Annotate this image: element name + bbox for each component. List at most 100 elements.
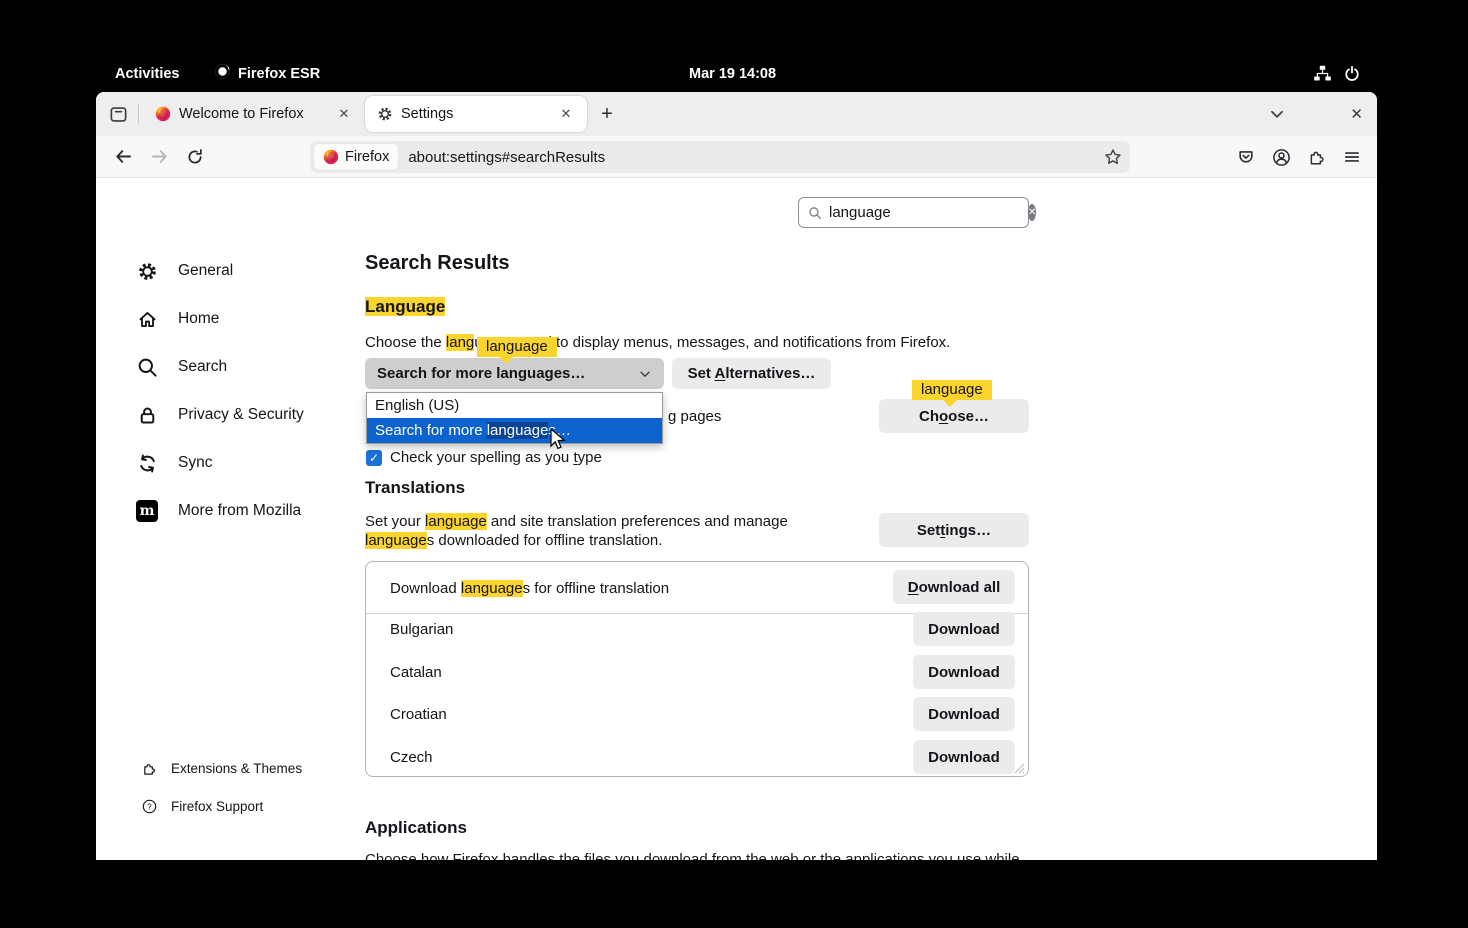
settings-page: ✕ General Home Search Privacy & Securi <box>96 178 1377 860</box>
dropdown-option-search-more-languages[interactable]: Search for more languages… <box>367 418 662 443</box>
download-all-button[interactable]: Download all <box>893 570 1015 604</box>
sidebar-item-home[interactable]: Home <box>136 305 219 333</box>
close-window-icon[interactable]: ✕ <box>1350 105 1363 123</box>
language-section-heading: Language <box>365 297 445 317</box>
sidebar-item-more-from-mozilla[interactable]: m More from Mozilla <box>136 497 301 525</box>
clock[interactable]: Mar 19 14:08 <box>689 55 776 92</box>
sidebar-label: General <box>178 262 233 280</box>
gear-icon <box>377 106 393 122</box>
applications-description: Choose how Firefox handles the files you… <box>365 850 1045 860</box>
power-icon[interactable] <box>1343 55 1361 92</box>
network-tray-icon[interactable] <box>1313 55 1332 92</box>
new-tab-button[interactable]: + <box>593 100 621 128</box>
download-languages-box: Download languages for offline translati… <box>365 561 1029 777</box>
spellcheck-label[interactable]: Check your spelling as you type <box>390 448 602 467</box>
tab-welcome-to-firefox[interactable]: Welcome to Firefox ✕ <box>143 96 365 132</box>
search-match-tooltip: language <box>912 380 992 400</box>
select-value: Search for more languages… <box>377 365 638 382</box>
gnome-top-bar: Activities Firefox ESR Mar 19 14:08 <box>0 55 1468 92</box>
button-label: Set Alternatives… <box>688 365 816 382</box>
sidebar-item-sync[interactable]: Sync <box>136 449 212 477</box>
lock-icon <box>136 404 158 426</box>
button-label: Settings… <box>917 522 991 539</box>
mozilla-logo: m <box>136 500 158 522</box>
dropdown-option-english-us[interactable]: English (US) <box>367 393 662 418</box>
language-select-dropdown[interactable]: Search for more languages… <box>365 358 664 389</box>
tab-bar: Welcome to Firefox ✕ Settings ✕ + ✕ <box>96 92 1377 136</box>
resize-grip[interactable] <box>1013 761 1025 773</box>
search-match-tooltip: language <box>477 337 557 357</box>
language-row-label: Catalan <box>390 664 442 681</box>
button-label: Download all <box>908 579 1001 596</box>
tab-title: Settings <box>401 106 547 122</box>
url-bar[interactable]: Firefox about:settings#searchResults <box>310 141 1130 173</box>
page-title: Search Results <box>365 252 510 275</box>
language-row-label: Bulgarian <box>390 621 453 638</box>
firefox-icon <box>214 63 231 84</box>
home-icon <box>136 308 158 330</box>
set-alternatives-button[interactable]: Set Alternatives… <box>672 358 831 389</box>
option-label: Search for more languages… <box>375 422 571 439</box>
list-all-tabs-chevron-icon[interactable] <box>1268 105 1286 123</box>
account-icon[interactable] <box>1272 148 1291 167</box>
sidebar-item-firefox-support[interactable]: ? Firefox Support <box>142 794 263 818</box>
url-text[interactable]: about:settings#searchResults <box>408 149 1104 166</box>
sync-icon <box>136 452 158 474</box>
language-row-label: Czech <box>390 749 433 766</box>
language-dropdown-popup: English (US) Search for more languages… <box>366 392 663 444</box>
tab-close-icon[interactable]: ✕ <box>555 103 577 125</box>
download-button[interactable]: Download <box>913 697 1015 731</box>
sidebar-label: Privacy & Security <box>178 406 304 424</box>
translations-settings-button[interactable]: Settings… <box>879 513 1029 547</box>
sidebar-label: Home <box>178 310 219 328</box>
sidebar-item-privacy-security[interactable]: Privacy & Security <box>136 401 304 429</box>
download-button[interactable]: Download <box>913 655 1015 689</box>
tab-overview-button[interactable] <box>104 100 132 128</box>
tab-settings[interactable]: Settings ✕ <box>365 96 587 132</box>
firefox-icon <box>323 149 339 165</box>
search-input[interactable] <box>829 204 1028 221</box>
site-identity-chip[interactable]: Firefox <box>314 144 398 170</box>
applications-heading: Applications <box>365 818 467 838</box>
sidebar-item-general[interactable]: General <box>136 257 233 285</box>
site-badge-label: Firefox <box>345 149 389 165</box>
clear-search-icon[interactable]: ✕ <box>1028 204 1036 221</box>
tooltip-arrow <box>499 357 513 364</box>
chevron-down-icon <box>638 367 652 381</box>
download-button[interactable]: Download <box>913 612 1015 646</box>
sidebar-label: Sync <box>178 454 212 472</box>
bookmark-star-icon[interactable] <box>1104 148 1122 166</box>
sidebar-item-search[interactable]: Search <box>136 353 227 381</box>
tooltip-label: language <box>921 381 983 398</box>
spellcheck-checkbox[interactable]: ✓ <box>366 450 382 466</box>
download-button[interactable]: Download <box>913 740 1015 774</box>
svg-text:?: ? <box>147 802 152 811</box>
settings-search-field[interactable]: ✕ <box>798 197 1029 228</box>
button-label: Download <box>928 621 1000 638</box>
mouse-cursor <box>548 428 568 457</box>
sidebar-item-extensions-themes[interactable]: Extensions & Themes <box>142 756 302 780</box>
button-label: Choose… <box>919 408 989 425</box>
tooltip-arrow <box>943 400 957 407</box>
extensions-puzzle-icon <box>142 761 157 776</box>
translations-description: Set your language and site translation p… <box>365 512 857 550</box>
tab-close-icon[interactable]: ✕ <box>333 103 355 125</box>
search-icon <box>808 206 822 220</box>
forward-button[interactable] <box>144 142 174 172</box>
menu-hamburger-icon[interactable] <box>1343 148 1361 166</box>
focused-app-menu[interactable]: Firefox ESR <box>214 55 320 92</box>
firefox-window: Welcome to Firefox ✕ Settings ✕ + ✕ <box>96 92 1377 860</box>
obscured-text: g pages <box>668 407 721 426</box>
pocket-icon[interactable] <box>1237 148 1255 166</box>
tabbar-separator <box>138 104 139 124</box>
gear-icon <box>136 260 158 282</box>
activities-button[interactable]: Activities <box>115 55 179 92</box>
firefox-tab-icon <box>155 106 171 122</box>
button-label: Download <box>928 749 1000 766</box>
back-button[interactable] <box>108 142 138 172</box>
reload-button[interactable] <box>180 142 210 172</box>
extensions-puzzle-icon[interactable] <box>1308 148 1326 166</box>
navigation-toolbar: Firefox about:settings#searchResults <box>96 136 1377 178</box>
sidebar-label: Search <box>178 358 227 376</box>
sidebar-label: Firefox Support <box>171 799 263 814</box>
